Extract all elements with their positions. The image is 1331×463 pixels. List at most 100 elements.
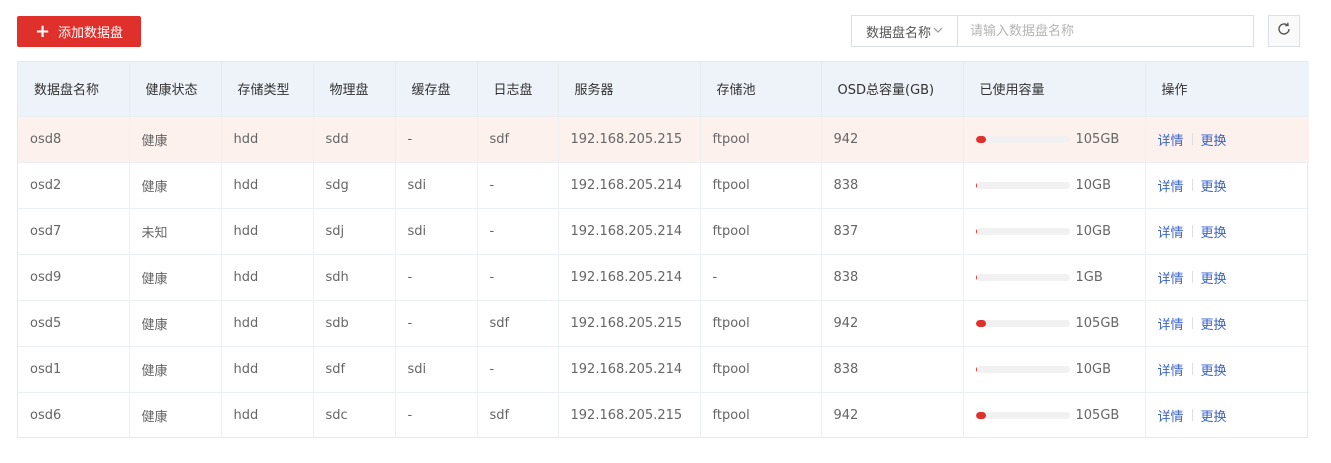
used-capacity-cell: 10GB	[963, 346, 1146, 392]
physical-disk-cell: sdc	[313, 392, 396, 438]
usage-progress-fill	[975, 273, 978, 281]
replace-link[interactable]: 更换	[1201, 130, 1227, 149]
column-header: 操作	[1161, 83, 1188, 99]
server-cell: 192.168.205.214	[558, 162, 701, 208]
log-disk-cell: -	[477, 208, 559, 254]
health-status-cell: 健康	[129, 116, 222, 162]
usage-progress-fill	[975, 227, 978, 235]
plus-icon: +	[34, 20, 51, 42]
action-divider	[1191, 317, 1193, 329]
detail-link[interactable]: 详情	[1158, 130, 1184, 149]
table-row: osd7 未知 hdd sdj sdi -192.168.205.214 ftpool 837…	[18, 208, 1309, 254]
osd-capacity-cell: 838	[821, 346, 964, 392]
used-capacity-text: 10GB	[1075, 223, 1112, 239]
detail-link[interactable]: 详情	[1158, 176, 1184, 195]
table-header-row: 数据盘名称 健康状态 存储类型 物理盘 缓存盘 日志盘 服务器 存储池 OSD总…	[18, 62, 1309, 116]
cache-disk-cell: -	[395, 392, 478, 438]
osd-capacity-cell: 838	[821, 254, 964, 300]
health-status-cell: 健康	[129, 300, 222, 346]
storage-type-cell: hdd	[221, 208, 314, 254]
server-cell: 192.168.205.215	[558, 116, 701, 162]
used-capacity-cell: 10GB	[963, 162, 1146, 208]
replace-link[interactable]: 更换	[1201, 406, 1227, 425]
physical-disk-cell: sdd	[313, 116, 396, 162]
replace-link[interactable]: 更换	[1201, 314, 1227, 333]
used-capacity-cell: 10GB	[963, 208, 1146, 254]
usage-indicator: 1GB	[975, 269, 1145, 285]
operations-cell: 详情 更换	[1145, 392, 1309, 438]
cache-disk-cell: sdi	[395, 208, 478, 254]
table-row: osd1 健康 hdd sdf sdi -192.168.205.214 ftpool 838…	[18, 346, 1309, 392]
replace-link[interactable]: 更换	[1201, 268, 1227, 287]
usage-progress-bar	[975, 365, 1070, 373]
used-capacity-text: 1GB	[1075, 269, 1103, 285]
detail-link[interactable]: 详情	[1158, 360, 1184, 379]
add-data-disk-button[interactable]: + 添加数据盘	[17, 16, 141, 47]
used-capacity-cell: 105GB	[963, 300, 1146, 346]
storage-pool-cell: ftpool	[700, 208, 822, 254]
row-actions: 详情 更换	[1158, 176, 1310, 195]
server-cell: 192.168.205.214	[558, 254, 701, 300]
log-disk-cell: sdf	[477, 300, 559, 346]
detail-link[interactable]: 详情	[1158, 268, 1184, 287]
column-header: 健康状态	[129, 62, 222, 116]
server-cell: 192.168.205.214	[558, 208, 701, 254]
log-disk-cell: sdf	[477, 392, 559, 438]
usage-progress-bar	[975, 135, 1070, 143]
cache-disk-cell: -	[395, 116, 478, 162]
chevron-down-icon	[933, 25, 943, 38]
operations-cell: 详情 更换	[1145, 300, 1309, 346]
usage-progress-fill	[975, 135, 986, 143]
usage-progress-bar	[975, 411, 1070, 419]
column-header: 日志盘	[477, 62, 559, 116]
search-input[interactable]	[958, 16, 1253, 46]
storage-pool-cell: ftpool	[700, 300, 822, 346]
usage-indicator: 10GB	[975, 177, 1145, 193]
detail-link[interactable]: 详情	[1158, 406, 1184, 425]
operations-cell: 详情 更换	[1145, 162, 1309, 208]
column-header: 数据盘名称	[18, 62, 130, 116]
column-header: 服务器	[558, 62, 701, 116]
storage-type-cell: hdd	[221, 254, 314, 300]
refresh-button[interactable]	[1268, 15, 1300, 47]
usage-indicator: 105GB	[975, 131, 1145, 147]
search-field-select[interactable]: 数据盘名称	[852, 16, 958, 46]
usage-progress-fill	[975, 411, 986, 419]
search-field-label: 数据盘名称	[865, 25, 931, 41]
cache-disk-cell: -	[395, 254, 478, 300]
column-header: 已使用容量	[963, 62, 1146, 116]
replace-link[interactable]: 更换	[1201, 222, 1227, 241]
used-capacity-text: 105GB	[1075, 131, 1120, 147]
detail-link[interactable]: 详情	[1158, 314, 1184, 333]
physical-disk-cell: sdj	[313, 208, 396, 254]
column-header: OSD总容量(GB)	[821, 62, 964, 116]
physical-disk-cell: sdh	[313, 254, 396, 300]
storage-pool-cell: ftpool	[700, 392, 822, 438]
disk-name-cell: osd7	[18, 208, 130, 254]
detail-link[interactable]: 详情	[1158, 222, 1184, 241]
usage-progress-fill	[975, 319, 986, 327]
data-disk-table: 数据盘名称 健康状态 存储类型 物理盘 缓存盘 日志盘 服务器 存储池 OSD总…	[17, 61, 1309, 438]
add-data-disk-label: 添加数据盘	[58, 26, 124, 41]
replace-link[interactable]: 更换	[1201, 176, 1227, 195]
row-actions: 详情 更换	[1158, 406, 1310, 425]
physical-disk-cell: sdb	[313, 300, 396, 346]
server-cell: 192.168.205.215	[558, 392, 701, 438]
health-status-cell: 健康	[129, 392, 222, 438]
operations-cell: 详情 更换	[1145, 208, 1309, 254]
operations-cell: 详情 更换	[1145, 254, 1309, 300]
used-capacity-text: 10GB	[1075, 177, 1112, 193]
osd-capacity-cell: 942	[821, 116, 964, 162]
storage-pool-cell: ftpool	[700, 162, 822, 208]
osd-capacity-cell: 838	[821, 162, 964, 208]
operations-cell: 详情 更换	[1145, 116, 1309, 162]
storage-type-cell: hdd	[221, 300, 314, 346]
used-capacity-text: 10GB	[1075, 361, 1112, 377]
server-cell: 192.168.205.214	[558, 346, 701, 392]
used-capacity-cell: 1GB	[963, 254, 1146, 300]
usage-progress-bar	[975, 319, 1070, 327]
replace-link[interactable]: 更换	[1201, 360, 1227, 379]
table-row: osd6 健康 hdd sdc - sdf 192.168.205.215 ftpool 942…	[18, 392, 1309, 438]
column-header: 缓存盘	[395, 62, 478, 116]
disk-name-cell: osd5	[18, 300, 130, 346]
